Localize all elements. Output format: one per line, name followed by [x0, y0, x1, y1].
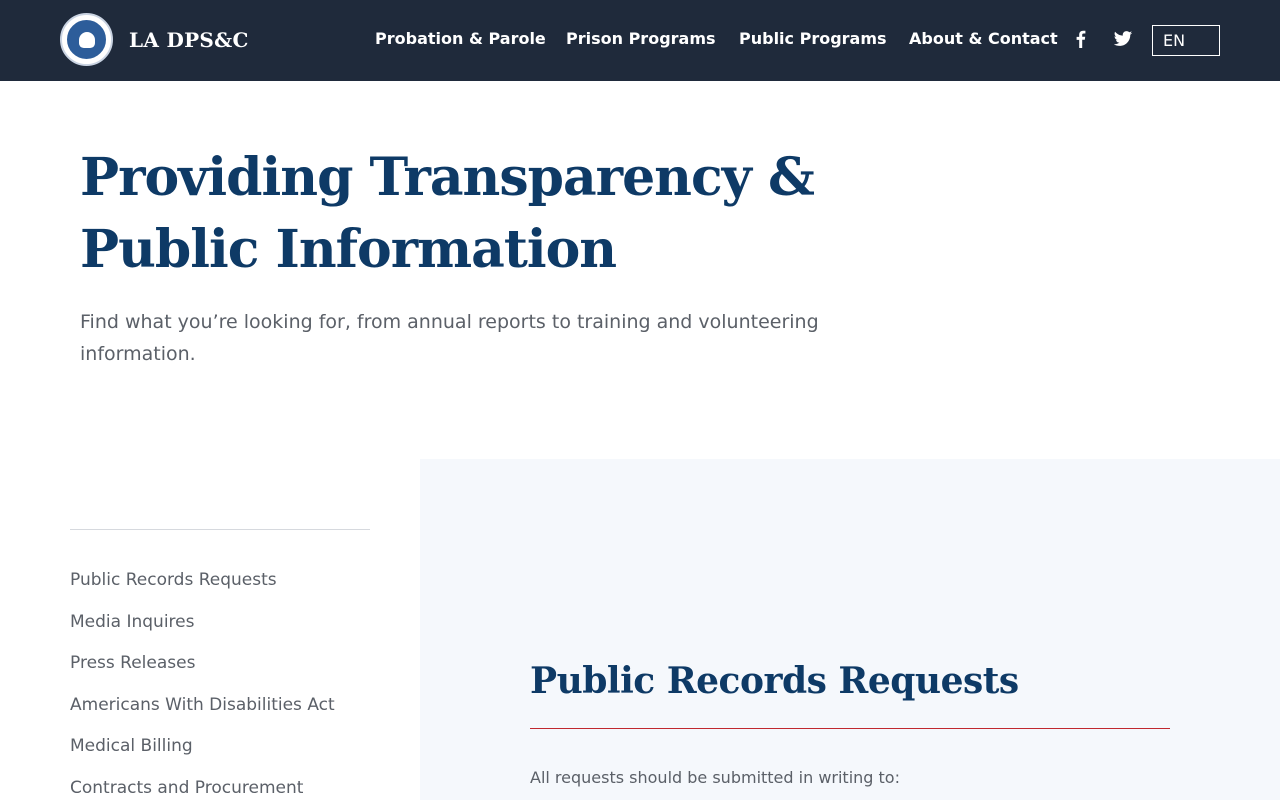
nav-prison-programs[interactable]: Prison Programs [566, 29, 716, 48]
nav-public-programs[interactable]: Public Programs [739, 29, 887, 48]
section-intro-text: All requests should be submitted in writ… [530, 768, 900, 787]
page-title: Providing Transparency & Public Informat… [80, 147, 815, 280]
twitter-icon[interactable] [1113, 29, 1133, 49]
page-subtitle: Find what you’re looking for, from annua… [80, 311, 819, 365]
top-navigation-bar: LA DPS&C Probation & Parole Prison Progr… [0, 0, 1280, 81]
nav-probation-parole[interactable]: Probation & Parole [375, 29, 546, 48]
section-title: Public Records Requests [530, 660, 1019, 702]
brand-name: LA DPS&C [129, 27, 249, 52]
nav-about-contact[interactable]: About & Contact [909, 29, 1058, 48]
sidebar-item-contracts-procurement[interactable]: Contracts and Procurement [70, 772, 390, 800]
content-panel [420, 459, 1280, 800]
facebook-icon[interactable] [1071, 29, 1091, 49]
brand-home-link[interactable]: LA DPS&C [60, 13, 249, 66]
sidebar-nav: Public Records Requests Media Inquires P… [70, 564, 390, 800]
sidebar-item-medical-billing[interactable]: Medical Billing [70, 730, 390, 772]
sidebar-item-public-records-requests[interactable]: Public Records Requests [70, 564, 390, 606]
louisiana-seal-logo [60, 13, 113, 66]
sidebar-item-media-inquires[interactable]: Media Inquires [70, 606, 390, 648]
sidebar-item-ada[interactable]: Americans With Disabilities Act [70, 689, 390, 731]
sidebar-item-press-releases[interactable]: Press Releases [70, 647, 390, 689]
language-select[interactable]: EN [1152, 25, 1220, 56]
section-divider [530, 728, 1170, 729]
sidebar-divider [70, 529, 370, 530]
